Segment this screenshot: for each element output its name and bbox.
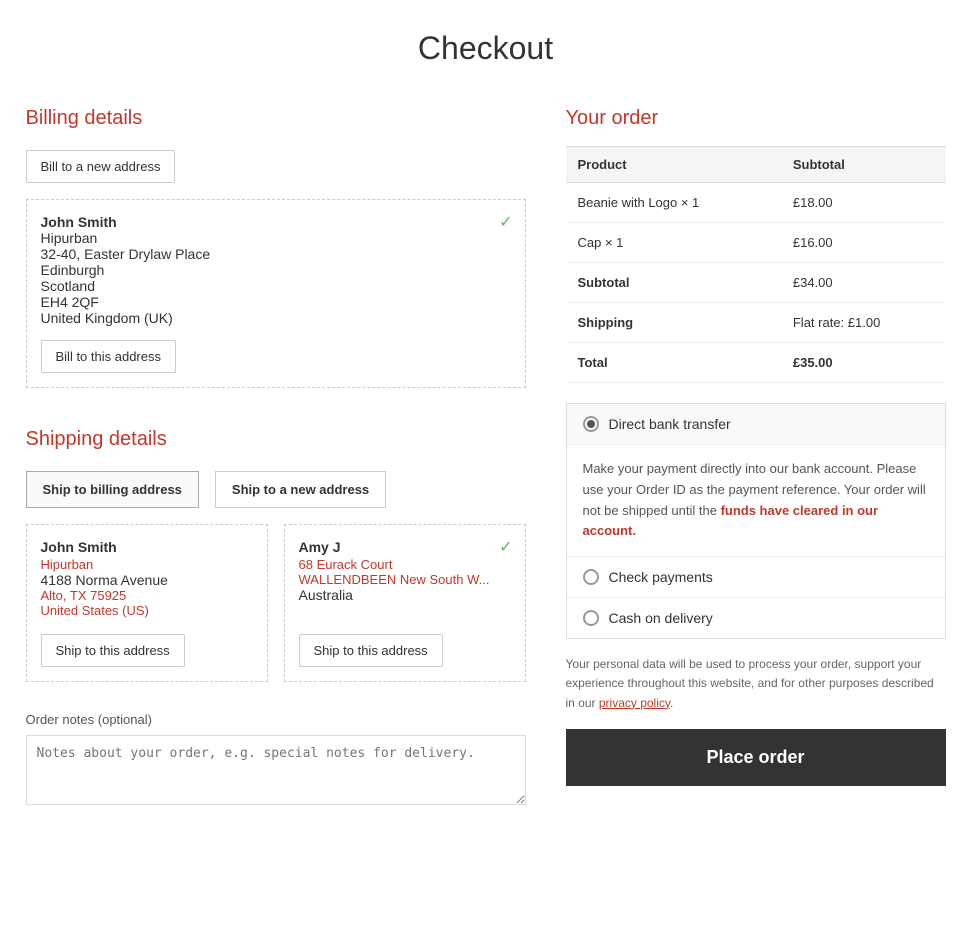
right-column: Your order Product Subtotal Beanie with … — [566, 107, 946, 838]
radio-cod — [583, 610, 599, 626]
checkmark-icon: ✓ — [499, 212, 512, 232]
left-column: Billing details Bill to a new address ✓ … — [26, 107, 526, 838]
item-subtotal-1: £16.00 — [781, 223, 946, 263]
billing-city: Edinburgh — [41, 262, 511, 278]
shipping-value: Flat rate: £1.00 — [781, 303, 946, 343]
payment-option-check[interactable]: Check payments — [567, 557, 945, 598]
order-total-row: Total £35.00 — [566, 343, 946, 383]
payment-description: Make your payment directly into our bank… — [567, 445, 945, 557]
billing-section: Billing details Bill to a new address ✓ … — [26, 107, 526, 388]
payment-section: Direct bank transfer Make your payment d… — [566, 403, 946, 639]
col-subtotal: Subtotal — [781, 147, 946, 183]
order-notes-label: Order notes (optional) — [26, 712, 526, 727]
payment-option-cod[interactable]: Cash on delivery — [567, 598, 945, 638]
order-item-1: Cap × 1 £16.00 — [566, 223, 946, 263]
shipping-section: Shipping details Ship to billing address… — [26, 428, 526, 682]
shipping-country-0: United States (US) — [41, 603, 253, 618]
payment-label-cod: Cash on delivery — [609, 610, 713, 626]
payment-label-check: Check payments — [609, 569, 713, 585]
radio-check — [583, 569, 599, 585]
shipping-street-1: 68 Eurack Court — [299, 557, 511, 572]
total-value: £35.00 — [781, 343, 946, 383]
billing-name: John Smith — [41, 214, 511, 230]
billing-company: Hipurban — [41, 230, 511, 246]
payment-label-direct-bank: Direct bank transfer — [609, 416, 731, 432]
ship-to-address-button-1[interactable]: Ship to this address — [299, 634, 443, 667]
ship-to-address-button-0[interactable]: Ship to this address — [41, 634, 185, 667]
shipping-city-0: Alto, TX 75925 — [41, 588, 253, 603]
billing-street: 32-40, Easter Drylaw Place — [41, 246, 511, 262]
item-subtotal-0: £18.00 — [781, 183, 946, 223]
order-notes-section: Order notes (optional) — [26, 712, 526, 808]
privacy-notice: Your personal data will be used to proce… — [566, 655, 946, 713]
page-title: Checkout — [0, 0, 971, 107]
subtotal-label: Subtotal — [566, 263, 781, 303]
shipping-address-card-0: John Smith Hipurban 4188 Norma Avenue Al… — [26, 524, 268, 682]
order-table: Product Subtotal Beanie with Logo × 1 £1… — [566, 146, 946, 383]
shipping-label: Shipping — [566, 303, 781, 343]
checkmark-icon-1: ✓ — [499, 537, 512, 557]
order-item-0: Beanie with Logo × 1 £18.00 — [566, 183, 946, 223]
shipping-country-1: Australia — [299, 587, 511, 603]
bill-to-this-address-button[interactable]: Bill to this address — [41, 340, 177, 373]
billing-address-card: ✓ John Smith Hipurban 32-40, Easter Dryl… — [26, 199, 526, 388]
bill-to-new-address-button[interactable]: Bill to a new address — [26, 150, 176, 183]
highlight-text: funds have cleared in our account. — [583, 503, 879, 539]
billing-country: United Kingdom (UK) — [41, 310, 511, 326]
shipping-company-0: Hipurban — [41, 557, 253, 572]
your-order-title: Your order — [566, 107, 946, 130]
item-product-1: Cap × 1 — [566, 223, 781, 263]
order-shipping-row: Shipping Flat rate: £1.00 — [566, 303, 946, 343]
col-product: Product — [566, 147, 781, 183]
privacy-policy-link[interactable]: privacy policy — [599, 696, 670, 710]
billing-postcode: EH4 2QF — [41, 294, 511, 310]
payment-option-direct-bank[interactable]: Direct bank transfer — [567, 404, 945, 445]
shipping-address-cards: John Smith Hipurban 4188 Norma Avenue Al… — [26, 524, 526, 682]
ship-to-billing-tab[interactable]: Ship to billing address — [26, 471, 199, 508]
place-order-button[interactable]: Place order — [566, 729, 946, 786]
shipping-title: Shipping details — [26, 428, 526, 451]
shipping-name-0: John Smith — [41, 539, 253, 555]
ship-to-new-tab[interactable]: Ship to a new address — [215, 471, 386, 508]
order-subtotal-row: Subtotal £34.00 — [566, 263, 946, 303]
radio-direct-bank — [583, 416, 599, 432]
billing-region: Scotland — [41, 278, 511, 294]
privacy-text-end: . — [670, 696, 673, 710]
subtotal-value: £34.00 — [781, 263, 946, 303]
ship-tab-group: Ship to billing address Ship to a new ad… — [26, 471, 526, 508]
order-notes-input[interactable] — [26, 735, 526, 805]
shipping-address-card-1: ✓ Amy J 68 Eurack Court WALLENDBEEN New … — [284, 524, 526, 682]
item-product-0: Beanie with Logo × 1 — [566, 183, 781, 223]
shipping-city-1: WALLENDBEEN New South W... — [299, 572, 511, 587]
shipping-street-0: 4188 Norma Avenue — [41, 572, 253, 588]
shipping-name-1: Amy J — [299, 539, 511, 555]
total-label: Total — [566, 343, 781, 383]
billing-title: Billing details — [26, 107, 526, 130]
